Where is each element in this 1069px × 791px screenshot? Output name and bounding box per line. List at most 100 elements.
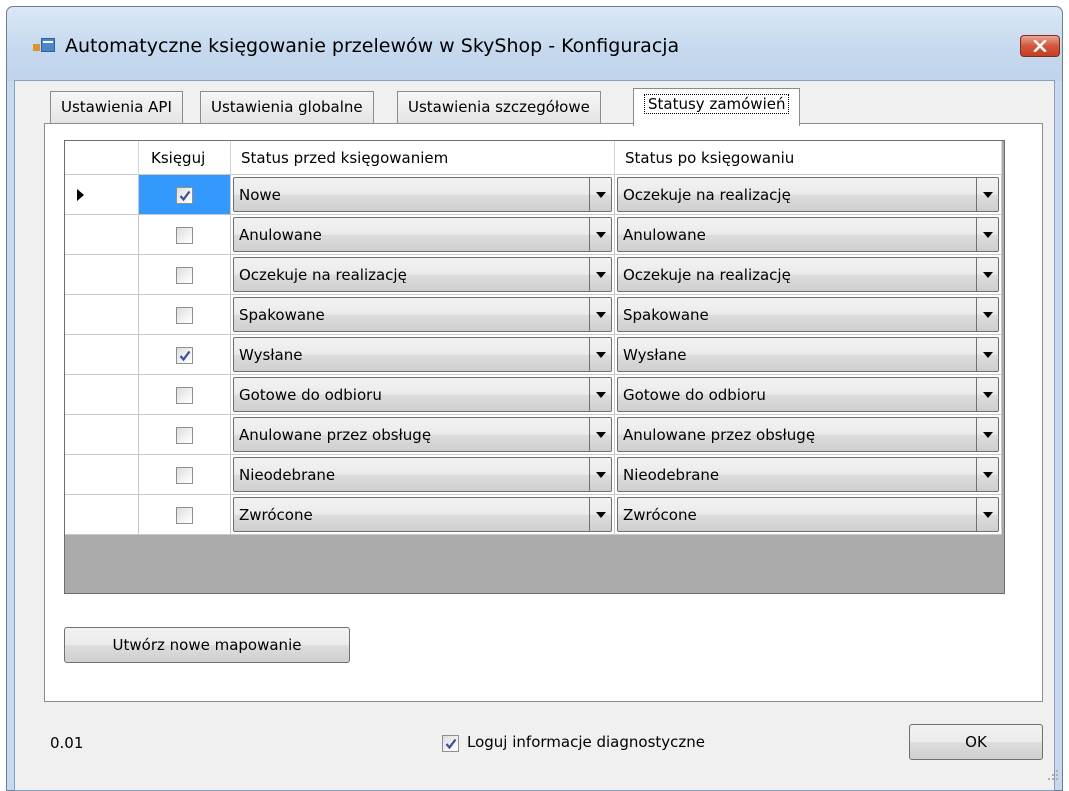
column-header-after[interactable]: Status po księgowaniu (615, 141, 1002, 175)
tab-ustawienia-globalne[interactable]: Ustawienia globalne (200, 91, 374, 125)
ksieguj-cell[interactable] (139, 335, 231, 375)
dropdown-arrow-icon[interactable] (976, 298, 998, 332)
status-before-cell: Anulowane (231, 215, 615, 255)
status-after-dropdown[interactable]: Zwrócone (617, 497, 999, 532)
title-bar[interactable]: Automatyczne księgowanie przelewów w Sky… (7, 7, 1062, 81)
column-header-before[interactable]: Status przed księgowaniem (231, 141, 615, 175)
ok-button[interactable]: OK (909, 724, 1043, 760)
status-after-dropdown[interactable]: Anulowane przez obsługę (617, 417, 999, 452)
dropdown-arrow-icon[interactable] (976, 498, 998, 532)
status-after-dropdown[interactable]: Gotowe do odbioru (617, 377, 999, 412)
row-header[interactable] (65, 335, 139, 375)
column-header-ksieguj[interactable]: Księguj (139, 141, 231, 175)
ksieguj-checkbox[interactable] (176, 507, 193, 524)
dropdown-arrow-icon[interactable] (976, 218, 998, 252)
dropdown-arrow-icon[interactable] (976, 178, 998, 212)
status-before-value: Wysłane (239, 346, 303, 364)
dropdown-arrow-icon[interactable] (976, 338, 998, 372)
status-after-dropdown[interactable]: Wysłane (617, 337, 999, 372)
ksieguj-cell[interactable] (139, 495, 231, 535)
dropdown-arrow-icon[interactable] (589, 178, 611, 212)
close-button[interactable] (1020, 35, 1060, 57)
status-before-dropdown[interactable]: Nowe (233, 177, 612, 212)
table-row[interactable]: Wysłane Wysłane (65, 335, 1002, 375)
status-before-value: Nowe (239, 186, 281, 204)
dropdown-arrow-icon[interactable] (589, 298, 611, 332)
app-icon (33, 38, 55, 56)
status-after-cell: Wysłane (615, 335, 1002, 375)
ksieguj-checkbox[interactable] (176, 267, 193, 284)
ksieguj-cell[interactable] (139, 415, 231, 455)
table-row[interactable]: Zwrócone Zwrócone (65, 495, 1002, 535)
tab-statusy-zamowien[interactable]: Statusy zamówień (633, 88, 801, 126)
table-row[interactable]: Spakowane Spakowane (65, 295, 1002, 335)
status-after-dropdown[interactable]: Oczekuje na realizację (617, 257, 999, 292)
dropdown-arrow-icon[interactable] (589, 218, 611, 252)
dropdown-arrow-icon[interactable] (589, 378, 611, 412)
status-after-cell: Zwrócone (615, 495, 1002, 535)
status-before-dropdown[interactable]: Anulowane (233, 217, 612, 252)
status-before-dropdown[interactable]: Spakowane (233, 297, 612, 332)
ksieguj-cell[interactable] (139, 215, 231, 255)
row-header[interactable] (65, 415, 139, 455)
row-header[interactable] (65, 175, 139, 215)
tab-label: Ustawienia globalne (211, 98, 363, 116)
status-before-cell: Oczekuje na realizację (231, 255, 615, 295)
dropdown-arrow-icon[interactable] (976, 458, 998, 492)
status-after-dropdown[interactable]: Spakowane (617, 297, 999, 332)
status-before-dropdown[interactable]: Nieodebrane (233, 457, 612, 492)
status-after-dropdown[interactable]: Nieodebrane (617, 457, 999, 492)
dropdown-arrow-icon[interactable] (976, 378, 998, 412)
status-before-dropdown[interactable]: Wysłane (233, 337, 612, 372)
status-before-value: Zwrócone (239, 506, 313, 524)
tab-label: Statusy zamówień (644, 94, 790, 114)
ksieguj-checkbox[interactable] (176, 387, 193, 404)
row-header[interactable] (65, 295, 139, 335)
status-after-value: Wysłane (623, 346, 687, 364)
tab-ustawienia-api[interactable]: Ustawienia API (50, 91, 183, 125)
row-header[interactable] (65, 255, 139, 295)
dropdown-arrow-icon[interactable] (589, 258, 611, 292)
dropdown-arrow-icon[interactable] (976, 418, 998, 452)
status-before-cell: Spakowane (231, 295, 615, 335)
row-header[interactable] (65, 375, 139, 415)
table-row[interactable]: Oczekuje na realizację Oczekuje na realiz… (65, 255, 1002, 295)
status-after-dropdown[interactable]: Anulowane (617, 217, 999, 252)
dropdown-arrow-icon[interactable] (589, 498, 611, 532)
ksieguj-cell[interactable] (139, 295, 231, 335)
ksieguj-checkbox[interactable] (176, 307, 193, 324)
status-after-cell: Oczekuje na realizację (615, 175, 1002, 215)
ksieguj-checkbox[interactable] (176, 187, 193, 204)
table-row[interactable]: Nowe Oczekuje na realizację (65, 175, 1002, 215)
diagnostics-checkbox[interactable] (442, 735, 459, 752)
row-header[interactable] (65, 495, 139, 535)
dropdown-arrow-icon[interactable] (589, 338, 611, 372)
status-after-dropdown[interactable]: Oczekuje na realizację (617, 177, 999, 212)
tab-ustawienia-szczegolowe[interactable]: Ustawienia szczegółowe (397, 91, 601, 125)
status-before-dropdown[interactable]: Gotowe do odbioru (233, 377, 612, 412)
ksieguj-cell[interactable] (139, 375, 231, 415)
status-before-dropdown[interactable]: Anulowane przez obsługę (233, 417, 612, 452)
resize-grip-icon[interactable] (1046, 768, 1060, 782)
ksieguj-cell[interactable] (139, 455, 231, 495)
status-before-value: Nieodebrane (239, 466, 336, 484)
table-row[interactable]: Anulowane przez obsługę Anulowane przez o… (65, 415, 1002, 455)
table-row[interactable]: Gotowe do odbioru Gotowe do odbioru (65, 375, 1002, 415)
ksieguj-checkbox[interactable] (176, 467, 193, 484)
ksieguj-checkbox[interactable] (176, 347, 193, 364)
ksieguj-cell[interactable] (139, 175, 231, 215)
row-header[interactable] (65, 215, 139, 255)
current-row-arrow-icon (77, 189, 84, 201)
dropdown-arrow-icon[interactable] (589, 418, 611, 452)
dropdown-arrow-icon[interactable] (976, 258, 998, 292)
status-before-dropdown[interactable]: Oczekuje na realizację (233, 257, 612, 292)
ksieguj-checkbox[interactable] (176, 427, 193, 444)
ksieguj-cell[interactable] (139, 255, 231, 295)
table-row[interactable]: Anulowane Anulowane (65, 215, 1002, 255)
status-before-dropdown[interactable]: Zwrócone (233, 497, 612, 532)
table-row[interactable]: Nieodebrane Nieodebrane (65, 455, 1002, 495)
ksieguj-checkbox[interactable] (176, 227, 193, 244)
new-mapping-button[interactable]: Utwórz nowe mapowanie (64, 627, 350, 663)
dropdown-arrow-icon[interactable] (589, 458, 611, 492)
row-header[interactable] (65, 455, 139, 495)
